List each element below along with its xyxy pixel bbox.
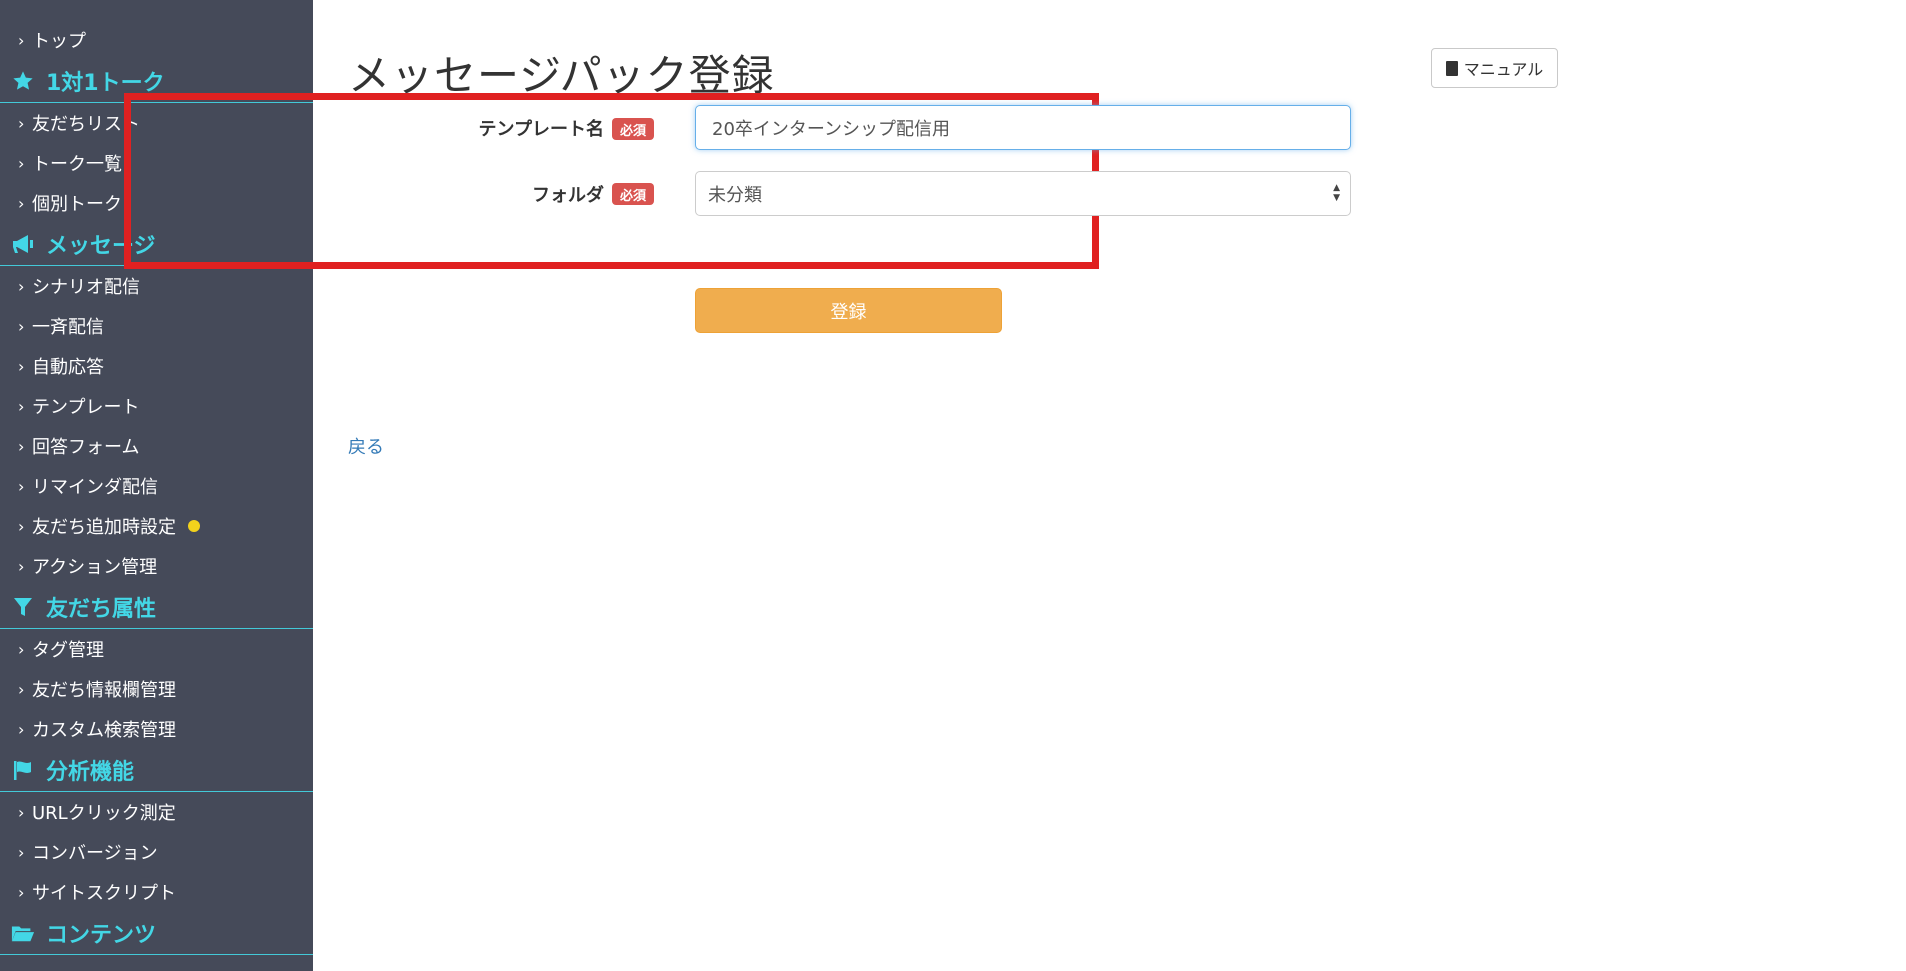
- chevron-right-icon: ›: [18, 276, 25, 296]
- sidebar-item-label: タグ管理: [32, 640, 104, 661]
- sidebar-item-label: サイトスクリプト: [32, 883, 176, 904]
- sidebar-item-label: 自動応答: [32, 357, 104, 378]
- chevron-right-icon: ›: [18, 719, 25, 739]
- sidebar-item-0[interactable]: › トップ: [0, 20, 313, 60]
- chevron-right-icon: ›: [18, 476, 25, 496]
- sidebar-section-14[interactable]: 友だち属性: [0, 586, 313, 629]
- book-icon: [1445, 60, 1458, 76]
- manual-button[interactable]: マニュアル: [1431, 48, 1558, 88]
- chevron-right-icon: ›: [18, 193, 25, 213]
- sidebar-item-label: 個別トーク: [32, 194, 122, 215]
- sidebar-section-18[interactable]: 分析機能: [0, 749, 313, 792]
- back-link[interactable]: 戻る: [348, 433, 384, 459]
- sidebar-item-label: 回答フォーム: [32, 437, 140, 458]
- sidebar-item-label: 分析機能: [46, 760, 135, 785]
- template-name-label: テンプレート名: [478, 119, 604, 140]
- sidebar-item-label: コンバージョン: [32, 843, 158, 864]
- chevron-right-icon: ›: [18, 316, 25, 336]
- sidebar-item-label: アクション管理: [32, 557, 158, 578]
- chevron-right-icon: ›: [18, 30, 25, 50]
- sidebar-item-label: テンプレート: [32, 397, 140, 418]
- folder-select-value: 未分類: [708, 184, 762, 206]
- sidebar-item-label: 友だち追加時設定: [32, 517, 176, 538]
- register-button[interactable]: 登録: [695, 288, 1002, 333]
- chevron-right-icon: ›: [18, 639, 25, 659]
- star-icon: [8, 69, 38, 93]
- template-name-input[interactable]: [695, 105, 1351, 150]
- folder-select[interactable]: 未分類 ▲ ▼: [695, 171, 1351, 216]
- chevron-right-icon: ›: [18, 842, 25, 862]
- folder-label: フォルダ: [532, 185, 604, 206]
- sidebar-item-6[interactable]: › シナリオ配信: [0, 266, 313, 306]
- required-badge: 必須: [612, 118, 655, 140]
- sidebar-item-label: トーク一覧: [32, 154, 122, 175]
- chevron-right-icon: ›: [18, 436, 25, 456]
- sidebar-item-11[interactable]: › リマインダ配信: [0, 466, 313, 506]
- chevron-right-icon: ›: [18, 882, 25, 902]
- sidebar-item-9[interactable]: › テンプレート: [0, 386, 313, 426]
- sidebar-item-15[interactable]: › タグ管理: [0, 629, 313, 669]
- required-badge-folder: 必須: [612, 183, 655, 205]
- chevron-right-icon: ›: [18, 556, 25, 576]
- sidebar-item-17[interactable]: › カスタム検索管理: [0, 709, 313, 749]
- sidebar-item-16[interactable]: › 友だち情報欄管理: [0, 669, 313, 709]
- sidebar-item-12[interactable]: › 友だち追加時設定: [0, 506, 313, 546]
- sidebar-item-13[interactable]: › アクション管理: [0, 546, 313, 586]
- sidebar-item-21[interactable]: › サイトスクリプト: [0, 872, 313, 912]
- sidebar-item-7[interactable]: › 一斉配信: [0, 306, 313, 346]
- chevron-right-icon: ›: [18, 679, 25, 699]
- chevron-right-icon: ›: [18, 113, 25, 133]
- chevron-right-icon: ›: [18, 396, 25, 416]
- chevron-right-icon: ›: [18, 153, 25, 173]
- sidebar-item-label: 友だち情報欄管理: [32, 680, 176, 701]
- flag-icon: [8, 758, 38, 782]
- chevron-right-icon: ›: [18, 516, 25, 536]
- sidebar-item-20[interactable]: › コンバージョン: [0, 832, 313, 872]
- sidebar-item-10[interactable]: › 回答フォーム: [0, 426, 313, 466]
- sidebar-item-label: 友だち属性: [46, 597, 157, 622]
- chevron-right-icon: ›: [18, 356, 25, 376]
- filter-icon: [8, 595, 38, 619]
- manual-button-label: マニュアル: [1463, 60, 1544, 79]
- sidebar-item-label: カスタム検索管理: [32, 720, 176, 741]
- sidebar-item-label: URLクリック測定: [32, 803, 176, 824]
- sidebar-item-label: リマインダ配信: [32, 477, 158, 498]
- folder-open-icon: [8, 921, 38, 945]
- sidebar-item-label: 一斉配信: [32, 317, 104, 338]
- chevron-right-icon: ›: [18, 802, 25, 822]
- megaphone-icon: [8, 232, 38, 256]
- sidebar-item-8[interactable]: › 自動応答: [0, 346, 313, 386]
- sidebar-section-22[interactable]: コンテンツ: [0, 912, 313, 955]
- sidebar-item-19[interactable]: › URLクリック測定: [0, 792, 313, 832]
- sidebar-item-label: シナリオ配信: [32, 277, 140, 298]
- sidebar-item-label: コンテンツ: [46, 923, 157, 948]
- notification-dot: [188, 520, 200, 532]
- sidebar-item-label: トップ: [32, 31, 86, 52]
- select-arrows-icon: ▲ ▼: [1333, 183, 1340, 203]
